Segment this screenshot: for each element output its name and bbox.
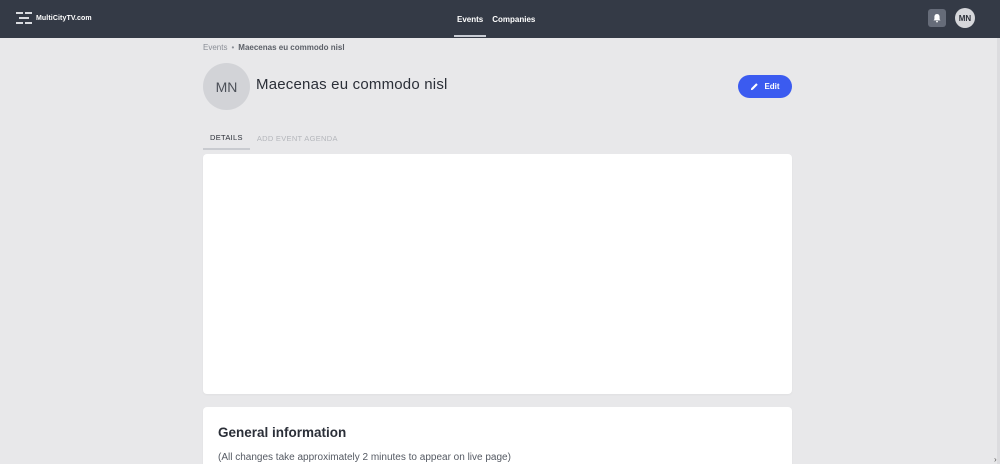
edit-button[interactable]: Edit: [738, 75, 792, 98]
breadcrumb-separator: •: [231, 43, 235, 52]
general-information-card: General information (All changes take ap…: [203, 407, 792, 464]
edit-button-label: Edit: [764, 82, 780, 91]
event-avatar: MN: [203, 63, 250, 110]
logo-mark-icon: [16, 10, 32, 26]
top-navbar: MultiCityTV.com Events Companies MN: [0, 0, 1000, 38]
general-information-title: General information: [218, 425, 347, 440]
general-information-note: (All changes take approximately 2 minute…: [218, 452, 511, 463]
brand-name: MultiCityTV.com: [36, 14, 92, 22]
tab-bar: DETAILS ADD EVENT AGENDA: [203, 126, 345, 150]
notifications-button[interactable]: [928, 9, 946, 27]
tab-details[interactable]: DETAILS: [203, 126, 250, 150]
user-avatar[interactable]: MN: [955, 8, 975, 28]
pencil-icon: [751, 83, 759, 91]
breadcrumb: Events • Maecenas eu commodo nisl: [203, 43, 345, 52]
bell-icon: [933, 14, 941, 23]
details-card: [203, 154, 792, 394]
tab-add-event-agenda[interactable]: ADD EVENT AGENDA: [250, 126, 345, 150]
brand-logo[interactable]: MultiCityTV.com: [16, 10, 92, 26]
breadcrumb-current: Maecenas eu commodo nisl: [238, 43, 345, 52]
main-nav: Events Companies: [454, 0, 541, 38]
scroll-right-arrow-icon[interactable]: ›: [994, 456, 1000, 464]
nav-events[interactable]: Events: [454, 0, 487, 38]
breadcrumb-events-link[interactable]: Events: [203, 43, 227, 52]
nav-companies[interactable]: Companies: [489, 0, 538, 38]
page-title: Maecenas eu commodo nisl: [256, 76, 448, 93]
